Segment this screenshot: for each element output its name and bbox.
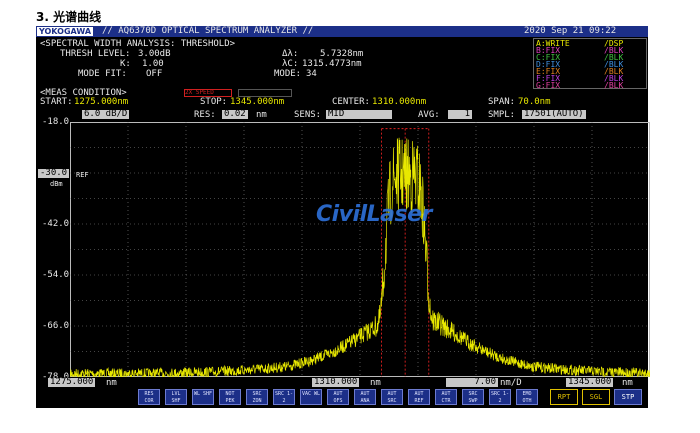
softkey-button[interactable]: AUT REF — [408, 389, 430, 405]
softkey-button[interactable]: RES COR — [138, 389, 160, 405]
datetime: 2020 Sep 21 09:22 — [524, 26, 617, 36]
document-heading: 3. 光谱曲线 — [36, 10, 102, 24]
softkey-button[interactable]: LVL SHF — [165, 389, 187, 405]
res-label: RES: — [194, 110, 216, 120]
x-center-unit: nm — [370, 378, 381, 388]
res-value[interactable]: 0.02 — [222, 110, 248, 119]
trace-a — [70, 137, 650, 377]
sens-label: SENS: — [294, 110, 322, 120]
sens-value[interactable]: MID — [326, 110, 392, 119]
k-value: 1.00 — [142, 59, 164, 69]
y-tick-label: -66.0 — [42, 321, 70, 331]
ref-level-box[interactable]: -30.0 — [38, 169, 70, 178]
trace-name: G:FIX — [536, 81, 561, 90]
center-value: 1310.000nm — [372, 97, 427, 107]
scale-box[interactable]: 6.0 dB/D — [82, 110, 130, 119]
mode-label: MODE: — [274, 69, 302, 79]
x-start-unit: nm — [106, 378, 117, 388]
modefit-value: OFF — [146, 69, 163, 79]
start-label: START: — [40, 97, 73, 107]
stop-sweep-button[interactable]: STP — [614, 389, 642, 405]
softkey-button[interactable]: SRC 1-2 — [273, 389, 295, 405]
brand-logo: YOKOGAWA — [37, 27, 94, 36]
mode-value: 34 — [306, 69, 317, 79]
softkey-button[interactable]: WL SHF — [192, 389, 214, 405]
avg-value[interactable]: 1 — [448, 110, 472, 119]
single-sweep-button[interactable]: SGL — [582, 389, 610, 405]
instrument-title: // AQ6370D OPTICAL SPECTRUM ANALYZER // — [102, 26, 314, 36]
lambda-center-value: 1315.4773nm — [302, 59, 362, 69]
delta-lambda-label: Δλ: — [282, 49, 299, 59]
thresh-value: 3.00dB — [138, 49, 171, 59]
softkey-button[interactable]: SRC ZON — [246, 389, 268, 405]
trace-state: /BLK — [604, 81, 624, 90]
title-bar: YOKOGAWA // AQ6370D OPTICAL SPECTRUM ANA… — [36, 26, 648, 37]
thresh-label: THRESH LEVEL: — [60, 49, 131, 59]
y-tick-label: -42.0 — [42, 219, 70, 229]
center-label: CENTER: — [332, 97, 370, 107]
softkey-button[interactable]: VAC WL — [300, 389, 322, 405]
repeat-sweep-button[interactable]: RPT — [550, 389, 578, 405]
analysis-mode-title: <SPECTRAL WIDTH ANALYSIS: THRESHOLD> — [40, 39, 236, 49]
x-perdiv-box[interactable]: 7.00 — [446, 378, 498, 387]
smpl-value[interactable]: 17501(AUTO) — [522, 110, 586, 119]
span-value: 70.0nm — [518, 97, 551, 107]
res-unit: nm — [256, 110, 267, 120]
inactive-indicator — [238, 89, 292, 97]
softkey-button[interactable]: AUT SRC — [381, 389, 403, 405]
trace-list: A:WRITE/DSP B:FIX/BLK C:FIX/BLK D:FIX/BLK E:… — [533, 38, 647, 90]
speed-indicator: 2X SPEED — [184, 89, 232, 97]
x-center-box[interactable]: 1310.000 — [312, 378, 360, 387]
softkey-button[interactable]: AUT CTR — [435, 389, 457, 405]
watermark-logo: CivilLaser — [316, 202, 432, 227]
y-tick-label: -54.0 — [42, 270, 70, 280]
smpl-label: SMPL: — [488, 110, 516, 120]
softkey-bar: RPT SGL STP RES COR LVL SHF WL SHF NOT PEK S… — [36, 389, 648, 408]
x-perdiv-unit: nm/D — [500, 378, 522, 388]
x-stop-box[interactable]: 1345.000 — [566, 378, 614, 387]
start-value: 1275.000nm — [74, 97, 129, 107]
y-tick-label: -18.0 — [42, 117, 70, 127]
trace-entry: G:FIX/BLK — [536, 81, 623, 90]
softkey-button[interactable]: AUT OFS — [327, 389, 349, 405]
osa-screen: YOKOGAWA // AQ6370D OPTICAL SPECTRUM ANA… — [36, 26, 650, 408]
stop-value: 1345.000nm — [230, 97, 285, 107]
modefit-label: MODE FIT: — [78, 69, 127, 79]
delta-lambda-value: 5.7328nm — [320, 49, 364, 59]
x-stop-unit: nm — [622, 378, 633, 388]
stop-label: STOP: — [200, 97, 228, 107]
softkey-button[interactable]: SRC SWP — [462, 389, 484, 405]
softkey-button[interactable]: NOT PEK — [219, 389, 241, 405]
k-label: K: — [120, 59, 131, 69]
x-start-box[interactable]: 1275.000 — [48, 378, 96, 387]
span-label: SPAN: — [488, 97, 516, 107]
softkey-button[interactable]: SRC 1-2 — [489, 389, 511, 405]
softkey-button[interactable]: AUT ANA — [354, 389, 376, 405]
y-unit-label: dBm — [50, 180, 63, 188]
spectrum-plot — [70, 122, 650, 377]
softkey-button[interactable]: EMO OTH — [516, 389, 538, 405]
lambda-center-label: λC: — [282, 59, 299, 69]
avg-label: AVG: — [418, 110, 440, 120]
